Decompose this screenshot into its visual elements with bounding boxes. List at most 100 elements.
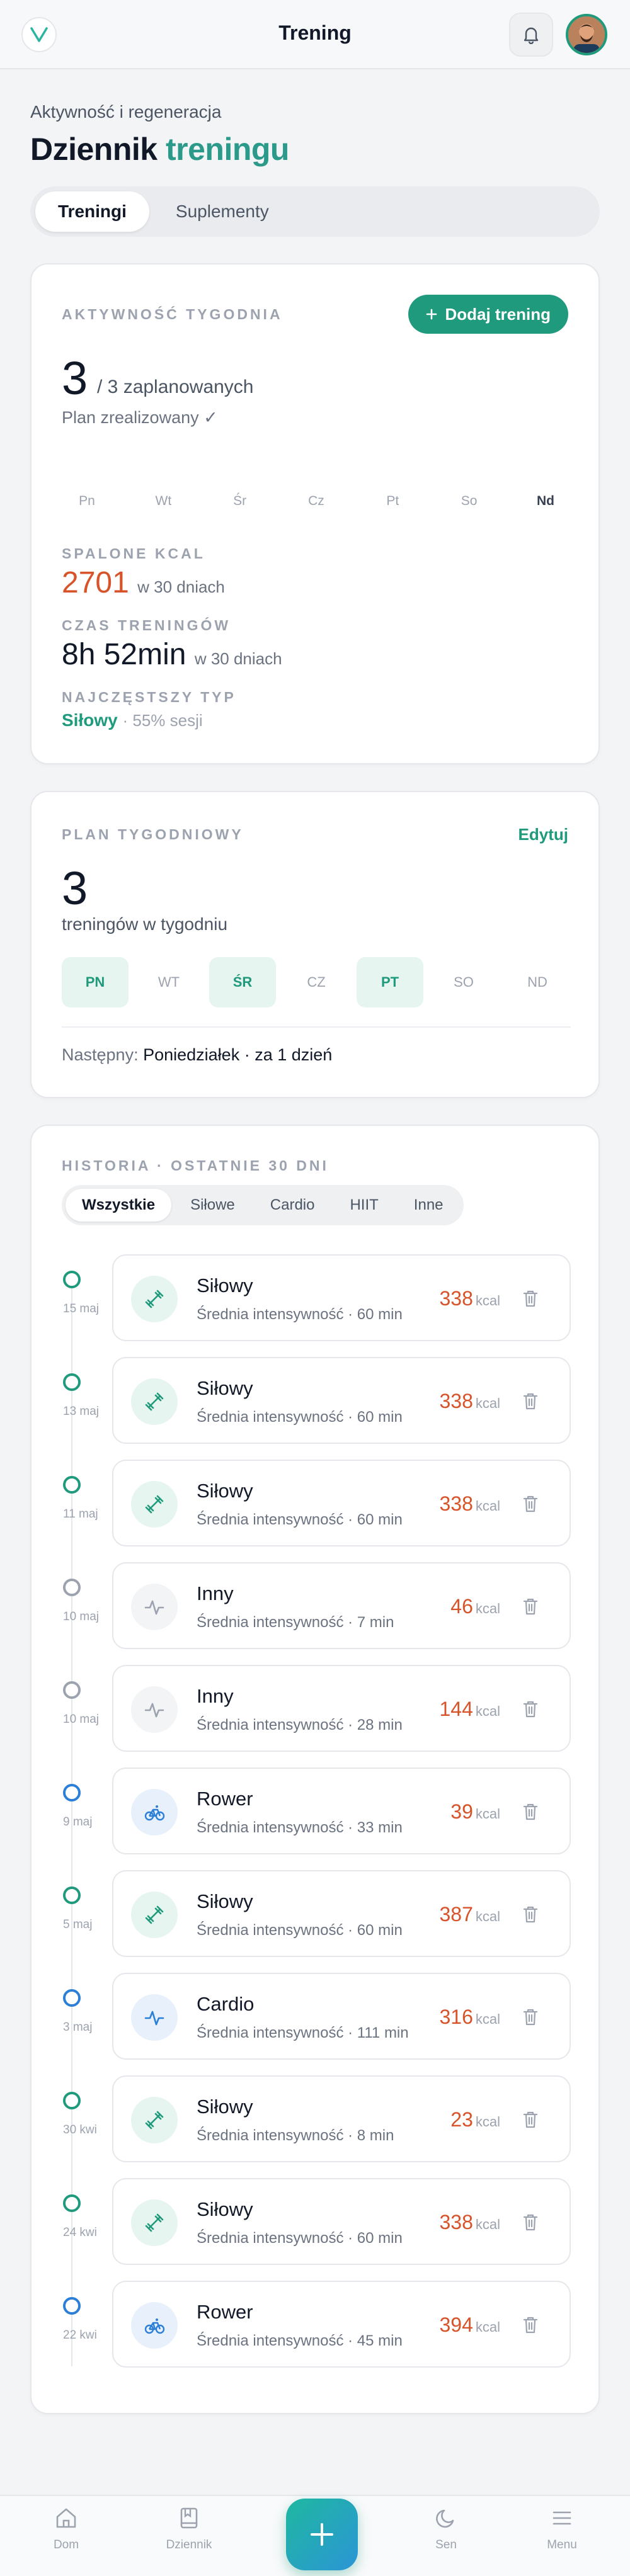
week-day: So xyxy=(461,494,478,508)
edit-plan-link[interactable]: Edytuj xyxy=(518,825,568,844)
workout-kcal-value: 46 xyxy=(450,1595,473,1618)
workout-kcal: 338 kcal xyxy=(439,1390,500,1413)
kcal-stat: 2701 w 30 dniach xyxy=(62,565,225,600)
workout-card[interactable]: Siłowy Średnia intensywność · 60 min 338 kc… xyxy=(112,2178,571,2265)
workout-kcal-value: 338 xyxy=(439,2211,473,2233)
entry-date: 5 maj xyxy=(63,1918,93,1931)
workout-card[interactable]: Rower Średnia intensywność · 33 min 39 kcal xyxy=(112,1767,571,1854)
workout-details: Średnia intensywność · 8 min xyxy=(197,2127,394,2144)
delete-workout-button[interactable] xyxy=(520,1595,541,1618)
workout-card[interactable]: Inny Średnia intensywność · 7 min 46 kcal xyxy=(112,1562,571,1649)
delete-workout-button[interactable] xyxy=(520,1903,541,1926)
workout-kcal: 144 kcal xyxy=(439,1698,500,1721)
time-label: CZAS TRENINGÓW xyxy=(62,617,231,633)
filter-hiit[interactable]: HIIT xyxy=(333,1189,394,1222)
next-workout: Następny: Poniedziałek · za 1 dzień xyxy=(62,1045,332,1065)
tab-treningi[interactable]: Treningi xyxy=(35,191,149,232)
entry-date: 9 maj xyxy=(63,1815,93,1829)
dumbbell-icon xyxy=(131,2199,178,2246)
workout-kcal-value: 387 xyxy=(439,1903,473,1926)
bell-icon xyxy=(524,27,539,44)
workout-kcal: 338 kcal xyxy=(439,1287,500,1310)
delete-workout-button[interactable] xyxy=(520,1287,541,1310)
workout-card[interactable]: Siłowy Średnia intensywność · 60 min 338 kc… xyxy=(112,1460,571,1546)
trash-icon xyxy=(523,1290,538,1307)
nav-menu[interactable]: Menu xyxy=(524,2506,600,2552)
nav-home[interactable]: Dom xyxy=(28,2506,104,2552)
workout-card[interactable]: Cardio Średnia intensywność · 111 min 316 k… xyxy=(112,1973,571,2060)
plan-day-sr[interactable]: ŚR xyxy=(209,957,276,1007)
time-value: 8h 52min xyxy=(62,638,186,671)
workout-kcal-value: 39 xyxy=(450,1800,473,1823)
workout-kcal-unit: kcal xyxy=(475,2114,500,2130)
workout-name: Siłowy xyxy=(197,1274,253,1297)
filter-cardio[interactable]: Cardio xyxy=(254,1189,331,1222)
nav-sleep[interactable]: Sen xyxy=(408,2506,484,2552)
plan-day-cz[interactable]: CZ xyxy=(283,957,350,1007)
workout-card[interactable]: Siłowy Średnia intensywność · 60 min 338 kc… xyxy=(112,1357,571,1444)
workout-details: Średnia intensywność · 60 min xyxy=(197,2230,403,2247)
dumbbell-icon xyxy=(131,2097,178,2143)
page-subtitle: Aktywność i regeneracja xyxy=(30,102,222,122)
kcal-label: SPALONE KCAL xyxy=(62,545,205,562)
history-entry: 9 maj Rower Średnia intensywność · 33 min 3… xyxy=(32,1767,601,1854)
entry-date: 15 maj xyxy=(63,1302,100,1315)
filter-strength[interactable]: Siłowe xyxy=(174,1189,251,1222)
workout-card[interactable]: Inny Średnia intensywność · 28 min 144 kcal xyxy=(112,1665,571,1752)
delete-workout-button[interactable] xyxy=(520,1390,541,1412)
workout-kcal: 387 kcal xyxy=(439,1903,500,1926)
filter-all[interactable]: Wszystkie xyxy=(66,1189,172,1222)
week-day: Pn xyxy=(79,494,95,508)
delete-workout-button[interactable] xyxy=(520,1800,541,1823)
workout-name: Cardio xyxy=(197,1993,255,2015)
workout-details: Średnia intensywność · 33 min xyxy=(197,1819,403,1836)
moon-icon xyxy=(436,2509,454,2528)
plan-day-wt[interactable]: WT xyxy=(135,957,202,1007)
timeline-dot xyxy=(63,1476,81,1494)
workout-kcal-unit: kcal xyxy=(475,1806,500,1822)
avatar[interactable] xyxy=(566,14,607,55)
workout-card[interactable]: Rower Średnia intensywność · 45 min 394 kca… xyxy=(112,2281,571,2368)
add-workout-button[interactable]: Dodaj trening xyxy=(408,295,568,334)
workout-kcal-value: 338 xyxy=(439,1390,473,1412)
workout-card[interactable]: Siłowy Średnia intensywność · 8 min 23 kcal xyxy=(112,2075,571,2162)
filter-other[interactable]: Inne xyxy=(398,1189,460,1222)
workout-details: Średnia intensywność · 7 min xyxy=(197,1614,394,1631)
nav-sleep-label: Sen xyxy=(435,2538,457,2551)
bike-icon xyxy=(131,2302,178,2349)
history-entry: 30 kwi Siłowy Średnia intensywność · 8 min… xyxy=(32,2075,601,2162)
delete-workout-button[interactable] xyxy=(520,1698,541,1720)
plan-day-nd[interactable]: ND xyxy=(504,957,571,1007)
timeline-dot xyxy=(63,1784,81,1801)
tab-suplementy[interactable]: Suplementy xyxy=(153,191,292,232)
entry-date: 13 maj xyxy=(63,1405,100,1418)
workout-kcal: 338 kcal xyxy=(439,2211,500,2234)
plan-status: Plan zrealizowany ✓ xyxy=(62,408,218,427)
plan-day-so[interactable]: SO xyxy=(430,957,497,1007)
delete-workout-button[interactable] xyxy=(520,2313,541,2336)
weekly-activity-card: AKTYWNOŚĆ TYGODNIA Dodaj trening 3 / 3 z… xyxy=(30,263,600,764)
workout-kcal-value: 338 xyxy=(439,1287,473,1310)
type-value: Siłowy xyxy=(62,710,118,730)
workout-name: Inny xyxy=(197,1582,234,1604)
delete-workout-button[interactable] xyxy=(520,2108,541,2131)
workout-card[interactable]: Siłowy Średnia intensywność · 60 min 387 kc… xyxy=(112,1870,571,1957)
delete-workout-button[interactable] xyxy=(520,1492,541,1515)
nav-menu-label: Menu xyxy=(547,2538,577,2551)
nav-journal[interactable]: Dziennik xyxy=(151,2506,227,2552)
delete-workout-button[interactable] xyxy=(520,2211,541,2233)
history-entry: 15 maj Siłowy Średnia intensywność · 60 mi… xyxy=(32,1254,601,1341)
fab-add-button[interactable] xyxy=(286,2499,358,2570)
workout-kcal: 46 kcal xyxy=(450,1595,500,1618)
history-entry: 13 maj Siłowy Średnia intensywność · 60 mi… xyxy=(32,1357,601,1444)
plus-icon xyxy=(427,309,437,320)
timeline-dot xyxy=(63,2297,81,2315)
bike-icon xyxy=(131,1789,178,1836)
plan-day-pt[interactable]: PT xyxy=(357,957,423,1007)
workouts-done-count: 3 xyxy=(62,352,88,404)
delete-workout-button[interactable] xyxy=(520,2006,541,2028)
workout-card[interactable]: Siłowy Średnia intensywność · 60 min 338 kc… xyxy=(112,1254,571,1341)
weekly-plan-card: PLAN TYGODNIOWY Edytuj 3 treningów w tyg… xyxy=(30,791,600,1098)
notifications-button[interactable] xyxy=(509,13,553,57)
plan-day-pn[interactable]: PN xyxy=(62,957,129,1007)
